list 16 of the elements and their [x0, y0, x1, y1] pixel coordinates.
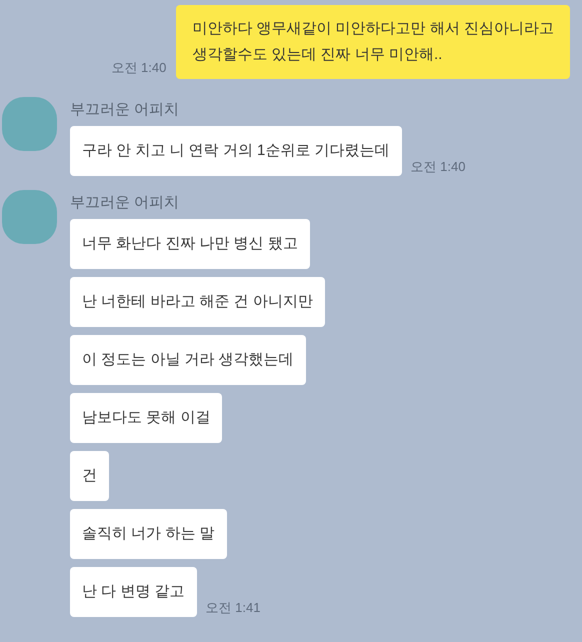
message-bubble: 솔직히 너가 하는 말: [70, 509, 227, 559]
message-bubble: 미안하다 앵무새같이 미안하다고만 해서 진심아니라고 생각할수도 있는데 진짜 너무 미안해..: [176, 5, 570, 79]
message-time: 오전 1:41: [206, 598, 260, 616]
message-bubble: 구라 안 치고 니 연락 거의 1순위로 기다렸는데: [70, 126, 402, 176]
sender-name: 부끄러운 어피치: [70, 193, 180, 213]
avatar-icon: [2, 97, 57, 151]
sender-name: 부끄러운 어피치: [70, 100, 180, 120]
message-bubble: 건: [70, 451, 109, 501]
message-time: 오전 1:40: [410, 158, 466, 176]
message-bubble: 난 다 변명 같고: [70, 567, 197, 617]
message-time: 오전 1:40: [111, 58, 166, 76]
message-bubble: 남보다도 못해 이걸: [70, 393, 222, 443]
avatar-icon: [2, 190, 57, 244]
message-bubble: 난 너한테 바라고 해준 건 아니지만: [70, 277, 325, 327]
message-bubble: 너무 화난다 진짜 나만 병신 됐고: [70, 219, 310, 269]
message-bubble: 이 정도는 아닐 거라 생각했는데: [70, 335, 306, 385]
